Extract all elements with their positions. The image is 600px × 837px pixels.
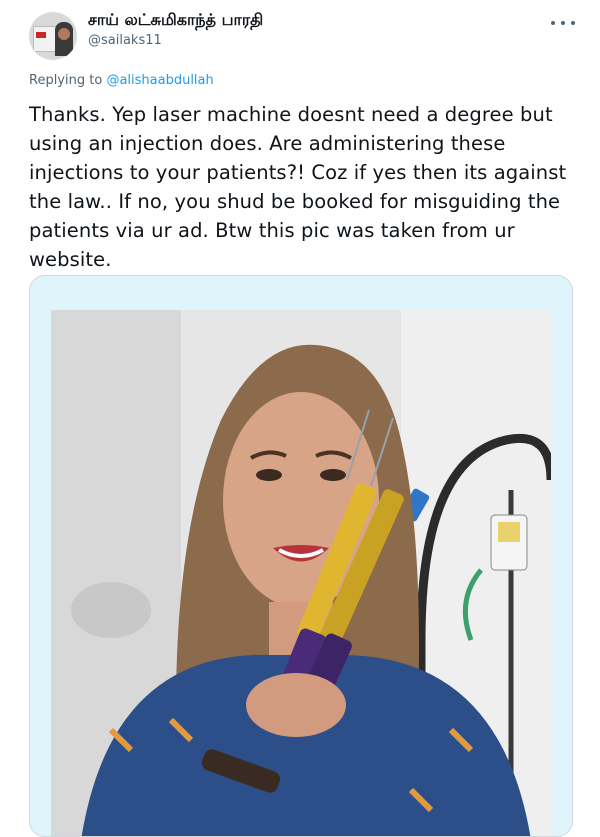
more-dot [551,21,555,25]
avatar-sign-mark [36,32,46,38]
photo-bg-object [71,582,151,638]
more-dot [571,21,575,25]
replying-to: Replying to @alishaabdullah [29,73,214,88]
author-display-name[interactable]: சாய் லட்சுமிகாந்த் பாரதி [88,10,263,31]
hand [246,673,346,737]
lamp-device-screen [498,522,520,542]
replying-to-mention[interactable]: @alishaabdullah [106,73,213,88]
eye-right [320,469,346,481]
avatar-face [58,28,70,40]
more-dot [561,21,565,25]
author-handle[interactable]: @sailaks11 [88,33,162,48]
tweet-text: Thanks. Yep laser machine doesnt need a … [29,103,567,271]
more-icon[interactable] [551,14,575,32]
tweet-photo[interactable] [51,310,551,837]
avatar[interactable] [29,12,77,60]
media-card[interactable] [29,275,573,837]
avatar-sign [33,26,57,52]
replying-to-label: Replying to [29,73,107,88]
tweet-header: சாய் லட்சுமிகாந்த் பாரதி @sailaks11 [0,0,600,70]
eye-left [256,469,282,481]
